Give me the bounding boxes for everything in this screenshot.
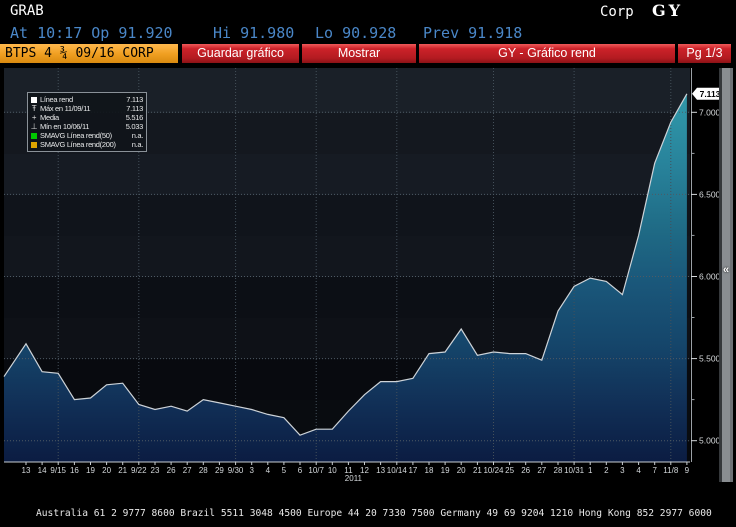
x-tick-label: 19 [86, 466, 95, 475]
security-ticker-box[interactable]: BTPS 4 ¾ 09/16 CORP [0, 44, 178, 63]
x-tick-label: 5 [282, 466, 287, 475]
x-tick-label: 11/8 [663, 466, 679, 475]
show-button[interactable]: Mostrar [302, 44, 416, 63]
x-tick-label: 9/22 [131, 466, 147, 475]
legend-value: 7.113 [126, 95, 143, 104]
legend-row: ⊥ Mín en 10/06/11 5.033 [30, 121, 144, 131]
chart-title-bar: GY - Gráfico rend [419, 44, 675, 63]
footer: Australia 61 2 9777 8600 Brazil 5511 304… [0, 483, 736, 527]
chart-legend[interactable]: Línea rend 7.113 Ŧ Máx en 11/09/11 7.113 + Med… [27, 92, 147, 152]
last-value-label: 7.113 [700, 89, 721, 99]
square-white-icon [31, 96, 37, 103]
x-tick-label: 28 [199, 466, 208, 475]
quote-low: Lo 90.928 [315, 24, 397, 42]
legend-label: Media [40, 113, 59, 122]
legend-label: Mín en 10/06/11 [40, 122, 90, 131]
x-tick-label: 13 [22, 466, 31, 475]
x-tick-label: 26 [167, 466, 176, 475]
x-tick-label: 20 [457, 466, 466, 475]
legend-value: 5.516 [125, 113, 144, 122]
x-tick-label: 4 [266, 466, 271, 475]
y-tick-label: 6.500 [699, 189, 721, 199]
x-tick-label: 16 [70, 466, 79, 475]
legend-label: Máx en 11/09/11 [40, 104, 91, 113]
quote-high: Hi 91.980 [213, 24, 295, 42]
plot-band [4, 236, 690, 277]
x-tick-label: 27 [183, 466, 192, 475]
legend-row: Línea rend 7.113 [30, 95, 143, 104]
page-indicator[interactable]: Pg 1/3 [678, 44, 731, 63]
x-axis-year-label: 2011 [345, 474, 363, 482]
x-tick-label: 10/7 [308, 466, 324, 475]
terminal-code-logo: GY [652, 1, 684, 20]
legend-value: n.a. [131, 140, 144, 149]
legend-label: SMAVG Línea rend(50) [40, 131, 112, 140]
x-tick-label: 10/31 [564, 466, 585, 475]
max-marker-icon: Ŧ [31, 103, 37, 113]
x-tick-label: 21 [473, 466, 482, 475]
corp-label: Corp [600, 4, 634, 20]
y-tick-label: 7.000 [699, 107, 721, 117]
x-tick-label: 9 [685, 466, 690, 475]
plot-band [4, 195, 690, 236]
x-tick-label: 23 [151, 466, 160, 475]
legend-row: SMAVG Línea rend(50) n.a. [30, 131, 143, 140]
legend-label: Línea rend [40, 95, 73, 104]
x-tick-label: 3 [620, 466, 625, 475]
x-tick-label: 27 [537, 466, 546, 475]
x-tick-label: 4 [636, 466, 641, 475]
legend-row: SMAVG Línea rend(200) n.a. [30, 140, 143, 149]
x-tick-label: 13 [376, 466, 385, 475]
bloomberg-terminal-screen: GRAB Corp GY At 10:17 Op 91.920 Hi 91.98… [0, 0, 736, 527]
plot-band [4, 154, 690, 195]
quote-at-open: At 10:17 Op 91.920 [10, 24, 173, 42]
x-tick-label: 14 [38, 466, 47, 475]
x-tick-label: 6 [298, 466, 303, 475]
quote-prev: Prev 91.918 [423, 24, 523, 42]
x-tick-label: 7 [652, 466, 657, 475]
x-tick-label: 9/15 [50, 466, 66, 475]
x-tick-label: 9/30 [228, 466, 244, 475]
x-tick-label: 3 [249, 466, 254, 475]
square-green-icon [31, 132, 37, 139]
legend-value: n.a. [131, 131, 144, 140]
y-tick-label: 5.000 [699, 436, 721, 446]
grab-label: GRAB [10, 3, 44, 19]
legend-row: + Media 5.516 [30, 113, 143, 122]
x-tick-label: 19 [441, 466, 450, 475]
y-tick-label: 6.000 [699, 272, 721, 282]
square-amber-icon [31, 141, 37, 148]
x-tick-label: 17 [408, 466, 417, 475]
x-tick-label: 25 [505, 466, 514, 475]
legend-label: SMAVG Línea rend(200) [40, 140, 116, 149]
legend-row: Ŧ Máx en 11/09/11 7.113 [30, 103, 144, 113]
footer-phones-line1: Australia 61 2 9777 8600 Brazil 5511 304… [36, 507, 712, 519]
x-tick-label: 21 [118, 466, 127, 475]
x-tick-label: 28 [554, 466, 563, 475]
x-tick-label: 18 [425, 466, 434, 475]
x-tick-label: 1 [588, 466, 593, 475]
save-chart-button[interactable]: Guardar gráfico [182, 44, 299, 63]
x-tick-label: 10 [328, 466, 337, 475]
x-tick-label: 29 [215, 466, 224, 475]
x-tick-label: 20 [102, 466, 111, 475]
x-tick-label: 10/14 [387, 466, 408, 475]
min-marker-icon: ⊥ [30, 121, 38, 131]
y-tick-label: 5.500 [699, 354, 721, 364]
x-tick-label: 10/24 [483, 466, 504, 475]
plus-marker-icon: + [31, 112, 37, 122]
scroll-back-icon[interactable]: « [719, 264, 733, 276]
x-tick-label: 2 [604, 466, 609, 475]
legend-value: 5.033 [125, 122, 144, 131]
x-tick-label: 26 [521, 466, 530, 475]
legend-value: 7.113 [126, 104, 143, 113]
